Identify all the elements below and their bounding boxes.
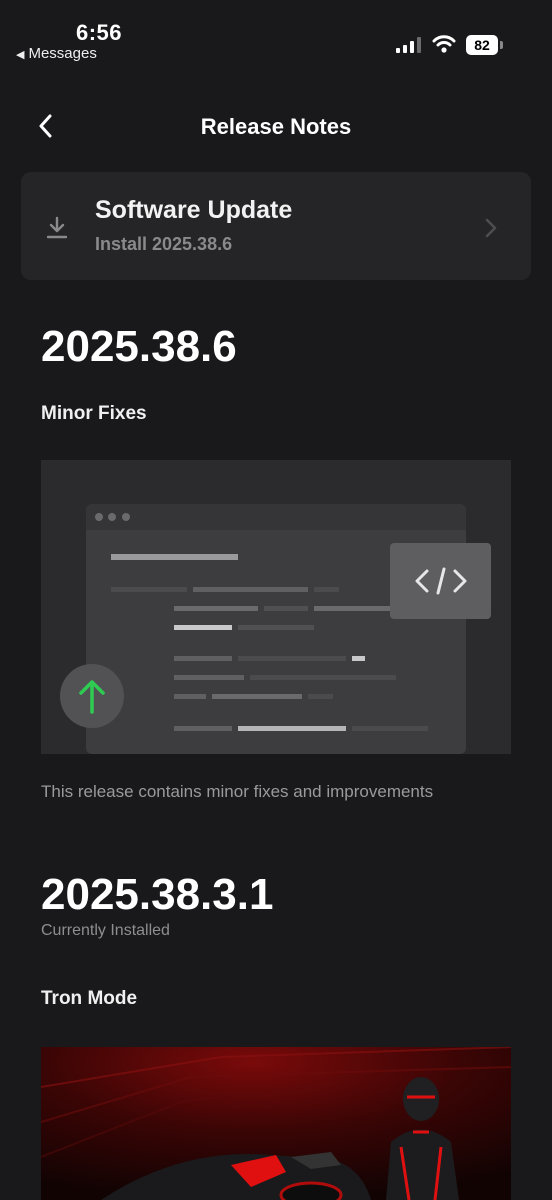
software-update-card[interactable]: Software Update Install 2025.38.6 (21, 172, 531, 280)
back-app-label: Messages (28, 45, 97, 62)
update-card-title: Software Update (95, 196, 293, 224)
installed-label: Currently Installed (41, 922, 170, 939)
release-description: This release contains minor fixes and im… (41, 782, 434, 801)
update-card-subtitle: Install 2025.38.6 (95, 234, 233, 254)
status-time: 6:56 (76, 20, 123, 45)
download-icon (46, 216, 68, 239)
feature-title: Minor Fixes (41, 403, 147, 424)
wifi-icon (432, 35, 456, 53)
battery-level: 82 (466, 35, 498, 55)
cellular-signal-icon (396, 37, 421, 53)
battery-icon: 82 (466, 35, 504, 55)
back-to-app-link[interactable]: ◀ Messages (16, 45, 97, 62)
release-illustration (41, 460, 511, 754)
feature-title-tron: Tron Mode (41, 988, 138, 1009)
page-title: Release Notes (200, 114, 352, 139)
installed-version: 2025.38.3.1 (41, 870, 274, 919)
tron-mode-image (41, 1047, 511, 1200)
back-triangle-icon: ◀ (16, 49, 25, 61)
chevron-right-icon (485, 218, 497, 238)
release-version: 2025.38.6 (41, 322, 237, 371)
